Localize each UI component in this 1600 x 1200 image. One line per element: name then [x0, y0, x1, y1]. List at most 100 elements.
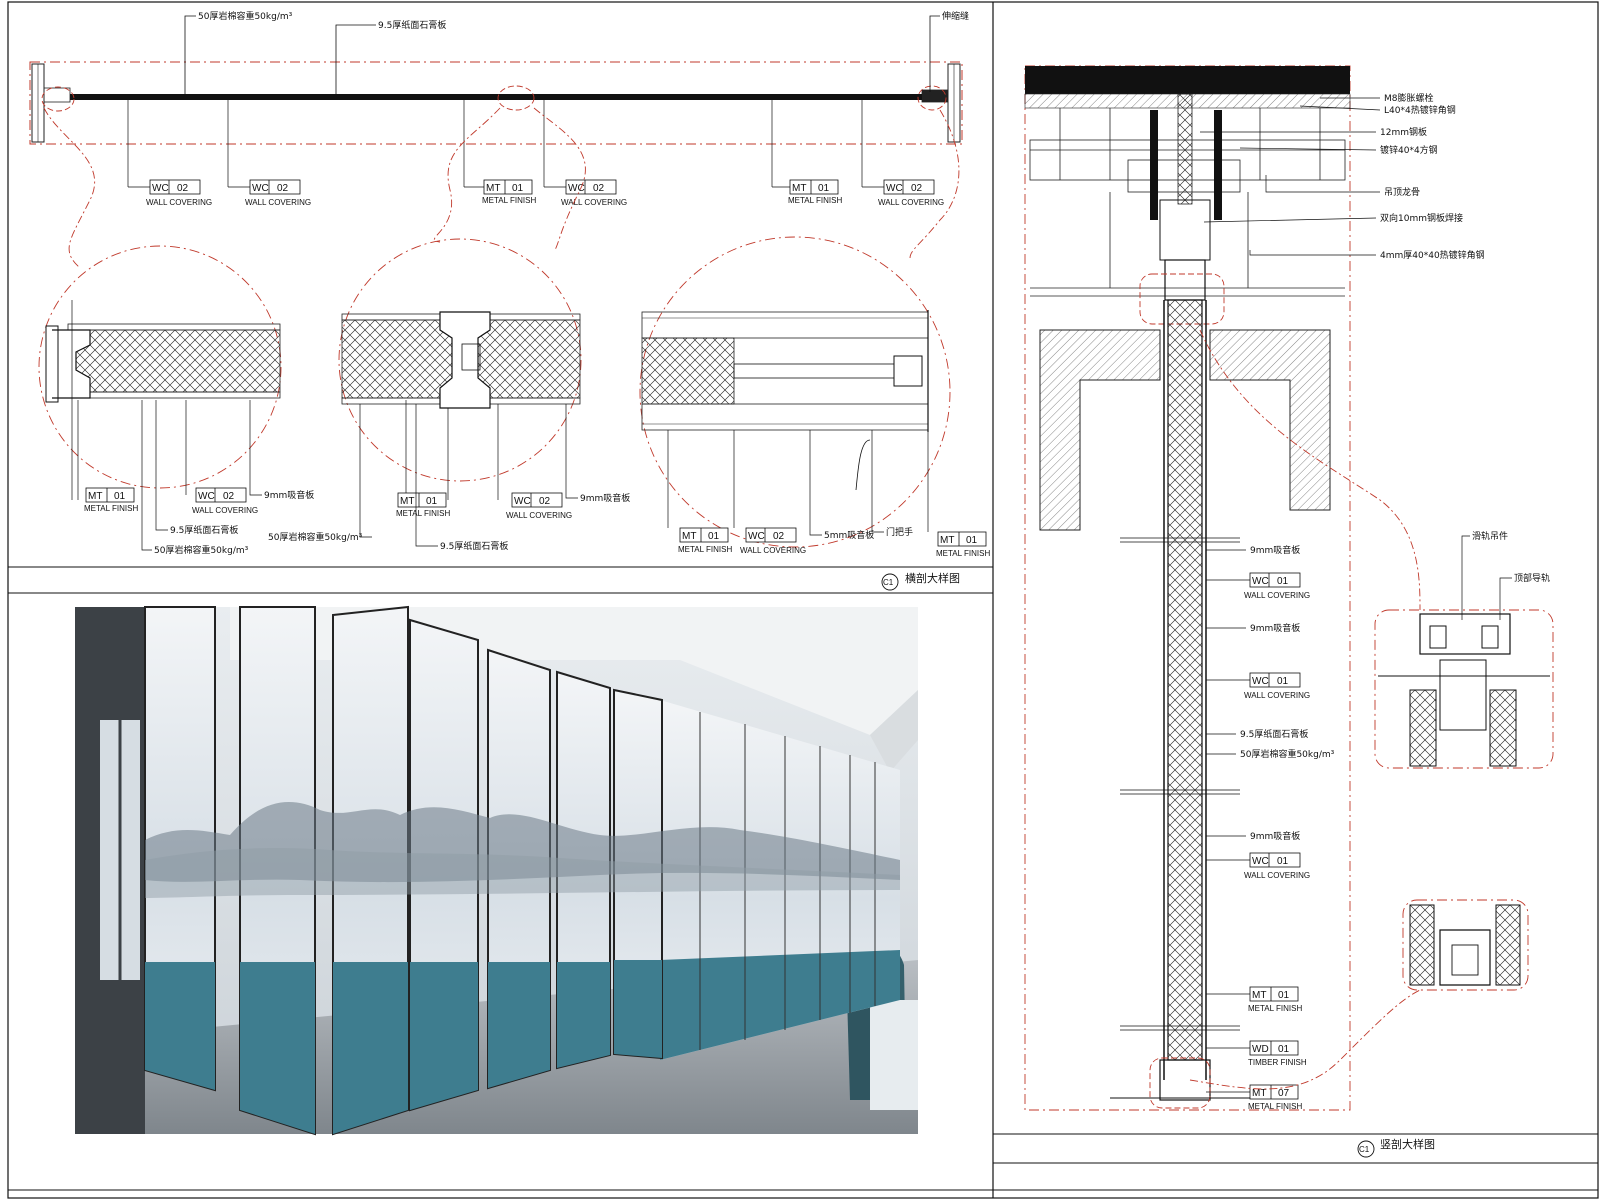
svg-text:MT: MT — [486, 183, 500, 194]
svg-text:WC: WC — [1252, 576, 1269, 587]
tag-mt01-b: MT 01 METAL FINISH — [771, 100, 842, 205]
svg-text:01: 01 — [818, 183, 830, 194]
tag-mt01-e: MT 01 METAL FINISH — [667, 430, 732, 554]
tag-mt01-f: MT 01 METAL FINISH — [927, 432, 990, 558]
svg-text:METAL FINISH: METAL FINISH — [396, 509, 450, 518]
svg-text:MT: MT — [400, 496, 414, 507]
detail-circle-1 — [38, 245, 282, 500]
detail-bubble-a — [41, 86, 75, 112]
note-12mm-plate: 12mm钢板 — [1380, 126, 1427, 138]
tag-wc02-c: WC 02 WALL COVERING — [543, 100, 627, 207]
note-track-hanger: 滑轨吊件 — [1472, 530, 1508, 542]
plan-right-wall — [921, 63, 961, 143]
plan-title-code: C1 — [883, 578, 894, 587]
drawing-sheet: 50厚岩棉容重50kg/m³ 9.5厚纸面石膏板 伸缩缝 WC 02 WALL … — [7, 1, 1599, 1199]
partition-panel — [1167, 299, 1203, 1061]
svg-text:WALL COVERING: WALL COVERING — [1244, 871, 1310, 880]
svg-text:METAL FINISH: METAL FINISH — [1248, 1004, 1302, 1013]
svg-text:WC: WC — [152, 183, 169, 194]
svg-text:02: 02 — [593, 183, 605, 194]
note-expansion-joint: 伸缩缝 — [942, 10, 969, 22]
svg-text:01: 01 — [966, 535, 978, 546]
note-double-plate: 双向10mm钢板焊接 — [1380, 212, 1463, 224]
tag-wc02-b: WC 02 WALL COVERING — [227, 100, 311, 207]
note-angle-steel: L40*4热镀锌角钢 — [1384, 104, 1456, 116]
svg-text:07: 07 — [1278, 1088, 1290, 1099]
svg-text:MT: MT — [1252, 1088, 1266, 1099]
note-rockwool: 50厚岩棉容重50kg/m³ — [198, 10, 293, 22]
svg-text:WALL COVERING: WALL COVERING — [878, 198, 944, 207]
svg-text:WC: WC — [748, 531, 765, 542]
note-door-handle: 门把手 — [886, 526, 913, 538]
svg-text:WALL COVERING: WALL COVERING — [192, 506, 258, 515]
detail-circle-3 — [639, 236, 951, 548]
svg-text:01: 01 — [512, 183, 524, 194]
svg-text:WALL COVERING: WALL COVERING — [740, 546, 806, 555]
tag-mt01-g: MT 01 METAL FINISH — [1206, 986, 1302, 1013]
svg-text:WC: WC — [514, 496, 531, 507]
plan-tags: WC 02 WALL COVERING WC 02 WALL COVERING … — [127, 100, 944, 207]
svg-text:WC: WC — [886, 183, 903, 194]
svg-text:WC: WC — [1252, 856, 1269, 867]
note-m8-bolt: M8膨胀螺栓 — [1384, 92, 1434, 104]
note-top-track: 顶部导轨 — [1514, 572, 1550, 584]
svg-text:WALL COVERING: WALL COVERING — [506, 511, 572, 520]
plan-title-block: C1 横剖大样图 — [881, 571, 960, 591]
note-rockwool-b: 50厚岩棉容重50kg/m³ — [268, 531, 363, 543]
note-5mm-board: 5mm吸音板 — [824, 529, 874, 541]
svg-text:METAL FINISH: METAL FINISH — [84, 504, 138, 513]
svg-text:WC: WC — [252, 183, 269, 194]
plan-left-wall — [31, 63, 71, 143]
note-9mm-board-e: 9mm吸音板 — [1250, 830, 1300, 842]
note-gypsum: 9.5厚纸面石膏板 — [378, 19, 446, 31]
plan-view: 50厚岩棉容重50kg/m³ 9.5厚纸面石膏板 伸缩缝 WC 02 WALL … — [29, 10, 990, 591]
svg-text:MT: MT — [1252, 990, 1266, 1001]
svg-text:METAL FINISH: METAL FINISH — [1248, 1102, 1302, 1111]
section-title-code: C1 — [1359, 1145, 1370, 1154]
tag-mt01-d: MT 01 METAL FINISH — [396, 492, 450, 518]
svg-text:02: 02 — [773, 531, 785, 542]
plan-top-notes: 50厚岩棉容重50kg/m³ 9.5厚纸面石膏板 伸缩缝 — [184, 10, 969, 94]
tag-mt01-c: MT 01 METAL FINISH — [84, 487, 138, 513]
concrete-slab — [1025, 66, 1350, 94]
svg-text:01: 01 — [1278, 1044, 1290, 1055]
tag-wc02-a: WC 02 WALL COVERING — [127, 100, 212, 207]
note-4mm-angle: 4mm厚40*40热镀锌角钢 — [1380, 249, 1485, 261]
tag-wc01-c: WC 01 WALL COVERING — [1206, 852, 1310, 880]
svg-text:WALL COVERING: WALL COVERING — [146, 198, 212, 207]
note-ceiling-joist: 吊顶龙骨 — [1384, 186, 1420, 198]
section-title-block: C1 竖剖大样图 — [1357, 1137, 1435, 1158]
svg-text:WALL COVERING: WALL COVERING — [1244, 591, 1310, 600]
tag-wc02-f: WC 02 WALL COVERING — [497, 404, 572, 520]
svg-text:MT: MT — [792, 183, 806, 194]
detail-circle-2 — [338, 238, 582, 500]
tag-mt01-a: MT 01 METAL FINISH — [463, 100, 536, 205]
svg-text:02: 02 — [911, 183, 923, 194]
svg-text:MT: MT — [682, 531, 696, 542]
svg-text:WC: WC — [198, 491, 215, 502]
svg-text:METAL FINISH: METAL FINISH — [678, 545, 732, 554]
svg-text:01: 01 — [114, 491, 126, 502]
rendering-photo — [75, 605, 918, 1136]
svg-text:01: 01 — [1277, 676, 1289, 687]
svg-text:01: 01 — [1277, 856, 1289, 867]
svg-text:WC: WC — [1252, 676, 1269, 687]
note-9mm-board-d: 9mm吸音板 — [1250, 622, 1300, 634]
note-9mm-board-b: 9mm吸音板 — [580, 492, 630, 504]
note-rockwool-c: 50厚岩棉容重50kg/m³ — [1240, 748, 1335, 760]
note-9mm-board-a: 9mm吸音板 — [264, 489, 314, 501]
svg-text:MT: MT — [88, 491, 102, 502]
plan-title: 横剖大样图 — [905, 571, 960, 585]
note-gypsum-a: 9.5厚纸面石膏板 — [170, 524, 238, 536]
tag-wc01-b: WC 01 WALL COVERING — [1206, 672, 1310, 700]
svg-text:02: 02 — [277, 183, 289, 194]
svg-text:01: 01 — [426, 496, 438, 507]
svg-text:02: 02 — [223, 491, 235, 502]
tag-wd01: WD 01 TIMBER FINISH — [1206, 1040, 1307, 1067]
svg-text:01: 01 — [1277, 576, 1289, 587]
svg-text:METAL FINISH: METAL FINISH — [788, 196, 842, 205]
svg-text:02: 02 — [539, 496, 551, 507]
svg-text:WD: WD — [1252, 1044, 1269, 1055]
note-rockwool-a: 50厚岩棉容重50kg/m³ — [154, 544, 249, 556]
svg-text:WALL COVERING: WALL COVERING — [245, 198, 311, 207]
